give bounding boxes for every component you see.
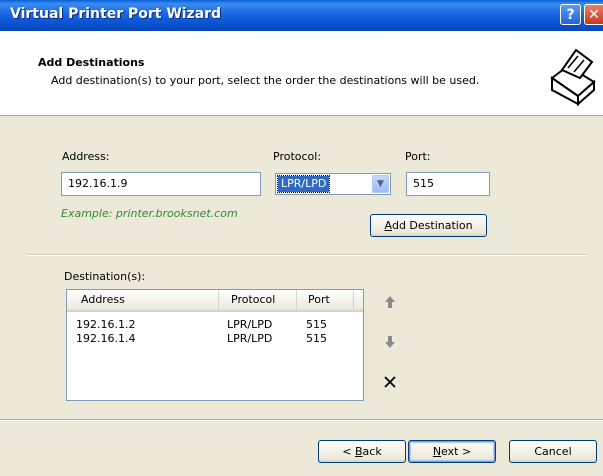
printer-port-icon: [550, 48, 596, 106]
page-subtitle: Add destination(s) to your port, select …: [51, 74, 480, 87]
chevron-down-icon[interactable]: ▼: [372, 175, 389, 193]
list-header: Address Protocol Port: [67, 290, 363, 312]
column-header-port[interactable]: Port: [297, 290, 354, 310]
close-button[interactable]: ✕: [584, 4, 603, 25]
table-row[interactable]: 192.16.1.2 LPR/LPD 515: [67, 318, 363, 332]
protocol-label: Protocol:: [273, 150, 322, 163]
delete-destination-button[interactable]: [380, 372, 400, 392]
destinations-label: Destination(s):: [64, 270, 146, 283]
move-up-button[interactable]: [380, 292, 400, 312]
help-button[interactable]: ?: [560, 4, 581, 25]
wizard-header: Add Destinations Add destination(s) to y…: [0, 31, 603, 116]
add-destination-button[interactable]: Add Destination: [370, 214, 487, 237]
row-port: 515: [306, 332, 327, 345]
back-mnemonic: B: [355, 445, 363, 458]
column-header-protocol[interactable]: Protocol: [219, 290, 297, 310]
destinations-list[interactable]: Address Protocol Port 192.16.1.2 LPR/LPD…: [66, 289, 364, 401]
row-protocol: LPR/LPD: [227, 318, 273, 331]
cancel-button[interactable]: Cancel: [509, 440, 597, 463]
wizard-window: Virtual Printer Port Wizard ? ✕ Add Dest…: [0, 0, 603, 476]
delete-x-icon: [384, 376, 396, 388]
arrow-down-icon: [385, 336, 395, 348]
column-header-address[interactable]: Address: [67, 290, 219, 310]
back-button[interactable]: < Back: [318, 440, 406, 463]
group-divider-highlight: [27, 255, 587, 256]
row-address: 192.16.1.2: [76, 318, 136, 331]
close-icon: ✕: [588, 6, 600, 23]
table-row[interactable]: 192.16.1.4 LPR/LPD 515: [67, 332, 363, 346]
window-title: Virtual Printer Port Wizard: [10, 6, 222, 22]
add-destination-mnemonic: A: [384, 219, 392, 232]
row-port: 515: [306, 318, 327, 331]
add-destination-label: dd Destination: [391, 219, 473, 232]
next-label: ext >: [441, 445, 472, 458]
next-button[interactable]: Next >: [408, 440, 496, 463]
port-input[interactable]: 515: [406, 172, 490, 196]
move-down-button[interactable]: [380, 332, 400, 352]
protocol-selected-value: LPR/LPD: [276, 175, 331, 193]
back-label: ack: [362, 445, 382, 458]
arrow-up-icon: [385, 296, 395, 308]
page-title: Add Destinations: [38, 56, 145, 69]
row-address: 192.16.1.4: [76, 332, 136, 345]
help-icon: ?: [566, 6, 575, 23]
port-label: Port:: [405, 150, 431, 163]
address-example-text: Example: printer.brooksnet.com: [61, 207, 238, 220]
footer-divider-highlight: [0, 420, 603, 421]
address-input[interactable]: 192.16.1.9: [61, 172, 261, 196]
row-protocol: LPR/LPD: [227, 332, 273, 345]
back-prefix: <: [342, 445, 355, 458]
address-label: Address:: [62, 150, 110, 163]
title-bar: Virtual Printer Port Wizard ? ✕: [0, 0, 603, 31]
next-mnemonic: N: [432, 445, 442, 458]
protocol-select[interactable]: LPR/LPD ▼: [275, 173, 391, 195]
